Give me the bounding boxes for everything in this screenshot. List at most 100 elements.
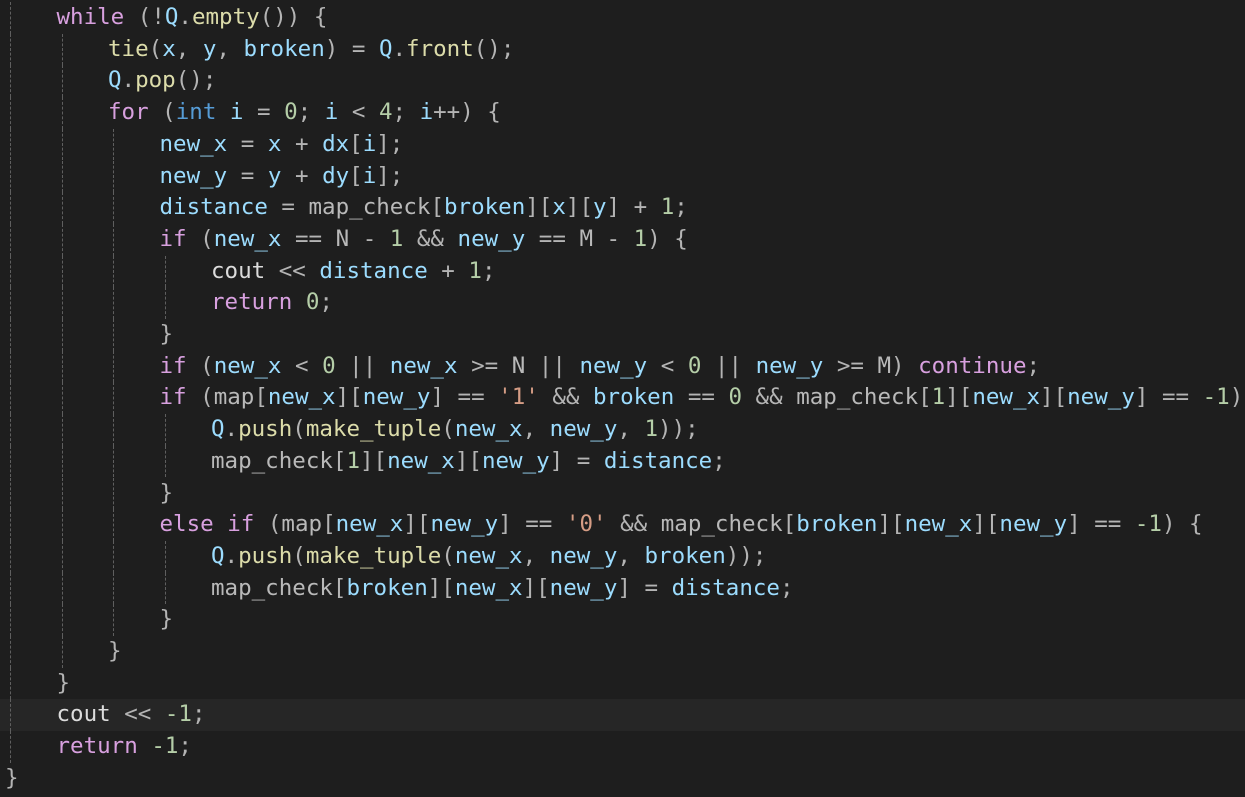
code-text: cout << -1; — [57, 699, 206, 731]
code-line[interactable]: Q.pop(); — [0, 65, 1245, 98]
code-line[interactable]: map_check[1][new_x][new_y] = distance; — [0, 445, 1245, 478]
code-token: distance — [159, 194, 268, 221]
code-token: N — [335, 225, 350, 252]
code-token: [ — [322, 511, 336, 538]
code-token: new_y — [549, 574, 618, 601]
code-token: ( — [292, 542, 306, 569]
code-line[interactable]: cout << -1; — [0, 699, 1245, 732]
code-line[interactable]: } — [0, 477, 1245, 510]
code-line[interactable]: distance = map_check[broken][x][y] + 1; — [0, 192, 1245, 224]
code-token: Q — [211, 416, 225, 443]
code-token: push — [238, 416, 293, 443]
code-token: '1' — [498, 384, 539, 411]
indent-guide — [61, 350, 63, 383]
code-token: Q — [164, 4, 179, 30]
code-token: 4 — [378, 99, 393, 126]
indent-guide — [113, 128, 114, 161]
code-line[interactable]: for (int i = 0; i < 4; i++) { — [0, 97, 1245, 129]
indent-guide — [113, 287, 114, 319]
indent-guide — [10, 65, 11, 98]
code-line[interactable]: } — [0, 604, 1245, 636]
code-line[interactable]: map_check[broken][new_x][new_y] = distan… — [0, 572, 1245, 605]
code-token: ][ — [360, 447, 388, 474]
indent-guide — [164, 540, 166, 573]
code-token: 0 — [687, 352, 702, 379]
code-token: - — [593, 225, 634, 252]
code-line[interactable]: } — [0, 763, 1245, 795]
code-token: ][ — [522, 574, 550, 601]
code-token: else — [159, 511, 214, 538]
code-token: ][ — [525, 194, 553, 221]
indent-guide — [61, 33, 63, 66]
code-line[interactable]: } — [0, 636, 1245, 668]
code-token: ; — [712, 447, 726, 474]
code-token: ) = — [324, 35, 379, 62]
code-line[interactable]: if (new_x < 0 || new_x >= N || new_y < 0… — [0, 350, 1245, 383]
code-token: cout — [211, 257, 266, 284]
code-token: x — [552, 194, 566, 221]
code-token: new_x — [335, 511, 404, 538]
code-token: 0 — [322, 352, 336, 379]
code-text: map_check[broken][new_x][new_y] = distan… — [211, 573, 794, 605]
code-token: . — [178, 4, 192, 30]
code-token: = — [227, 162, 268, 189]
code-token: broken — [346, 574, 428, 601]
code-token: } — [159, 479, 174, 506]
code-text: if (new_x == N - 1 && new_y == M - 1) { — [160, 224, 688, 256]
indent-guide — [113, 382, 114, 415]
code-line[interactable]: } — [0, 667, 1245, 700]
code-line[interactable]: new_x = x + dx[i]; — [0, 128, 1245, 161]
code-token: ( — [186, 384, 214, 411]
code-token: N — [511, 352, 526, 379]
code-line[interactable]: if (map[new_x][new_y] == '1' && broken =… — [0, 382, 1245, 415]
code-text: new_y = y + dy[i]; — [160, 161, 404, 193]
code-token: map_check — [660, 511, 783, 538]
code-token: empty — [191, 4, 260, 30]
code-token: ; — [297, 99, 325, 126]
indent-guide — [61, 192, 63, 224]
code-line[interactable]: return 0; — [0, 287, 1245, 319]
code-token: ][ — [454, 447, 482, 474]
code-line[interactable]: new_y = y + dy[i]; — [0, 160, 1245, 193]
code-text: } — [160, 604, 174, 636]
code-text: if (new_x < 0 || new_x >= N || new_y < 0… — [160, 351, 1041, 383]
code-token: , — [617, 416, 645, 443]
code-token: ; — [191, 701, 206, 728]
indent-guide — [61, 540, 63, 573]
code-editor[interactable]: while (!Q.empty()) {tie(x, y, broken) = … — [0, 0, 1245, 797]
code-token: if — [159, 352, 187, 379]
code-token: ] == — [430, 384, 499, 411]
code-token: ] == — [498, 511, 566, 538]
code-line[interactable]: cout << distance + 1; — [0, 255, 1245, 288]
indent-guide — [10, 128, 11, 161]
code-token: make_tuple — [305, 542, 442, 569]
code-token: i — [419, 99, 434, 126]
code-token: 0 — [728, 384, 743, 411]
code-line[interactable]: else if (map[new_x][new_y] == '0' && map… — [0, 509, 1245, 541]
code-line[interactable]: Q.push(make_tuple(new_x, new_y, 1)); — [0, 414, 1245, 446]
indent-guide — [61, 128, 63, 161]
indent-guide — [10, 350, 11, 383]
code-token: = — [243, 99, 285, 126]
code-line[interactable]: Q.push(make_tuple(new_x, new_y, broken))… — [0, 540, 1245, 573]
code-token: [ — [430, 194, 444, 221]
code-line[interactable]: tie(x, y, broken) = Q.front(); — [0, 33, 1245, 66]
code-line[interactable]: if (new_x == N - 1 && new_y == M - 1) { — [0, 223, 1245, 256]
code-token: map_check — [796, 384, 919, 411]
code-line[interactable]: } — [0, 319, 1245, 351]
indent-guide — [113, 445, 114, 478]
code-token: )); — [658, 416, 699, 443]
code-token: >= — [823, 352, 878, 379]
code-token: ] = — [549, 447, 604, 474]
code-token: new_y — [999, 511, 1068, 538]
indent-guide — [61, 477, 63, 510]
code-token: , — [522, 416, 550, 443]
code-token: ) { — [1229, 384, 1244, 411]
code-token: new_y — [579, 352, 648, 379]
code-token: new_x — [904, 511, 973, 538]
code-token: ][ — [972, 511, 1000, 538]
code-token: } — [159, 321, 174, 347]
code-line[interactable]: return -1; — [0, 731, 1245, 763]
code-line[interactable]: while (!Q.empty()) { — [0, 2, 1245, 34]
